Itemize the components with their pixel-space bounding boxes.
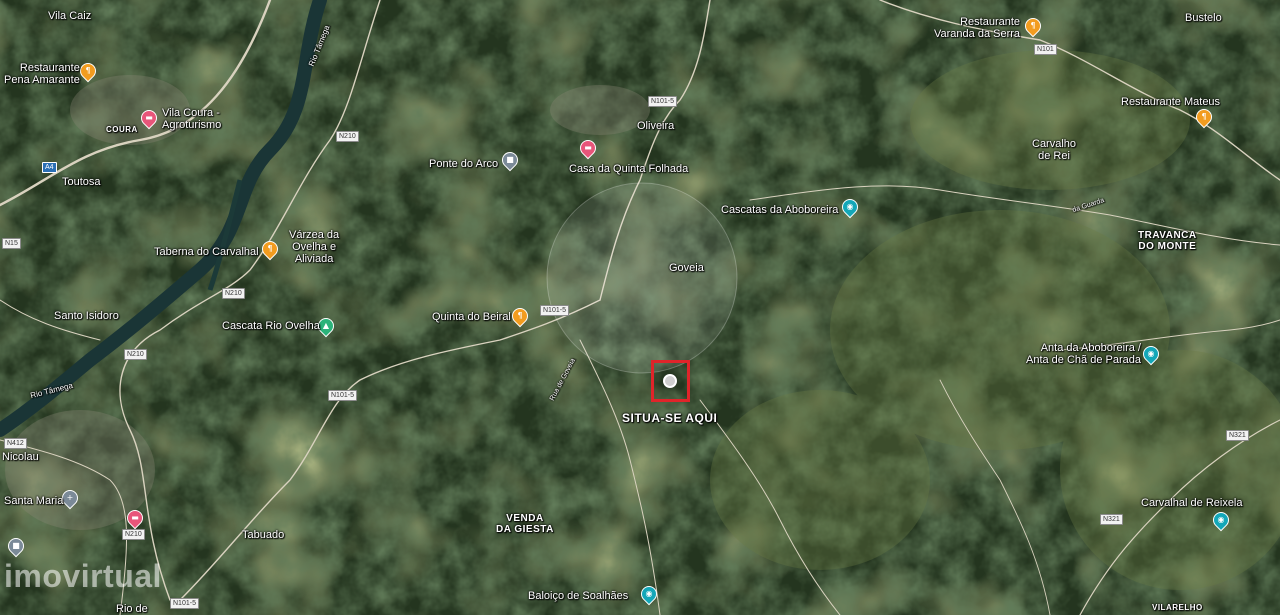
road-shield: N15 xyxy=(2,238,21,249)
place-label: Cascatas da Aboboreira xyxy=(721,204,839,216)
place-label: COURA xyxy=(106,125,138,134)
place-label: Vila Caiz xyxy=(48,10,92,22)
place-label: Taberna do Carvalhal xyxy=(154,246,259,258)
road-shield: N321 xyxy=(1226,430,1249,441)
place-label: VILARELHO xyxy=(1152,603,1203,612)
road-shield: A4 xyxy=(42,162,57,173)
place-label: Oliveira xyxy=(637,120,675,132)
place-label: Vila Coura - Agroturismo xyxy=(162,107,222,131)
road-shield: N210 xyxy=(336,131,359,142)
place-label: Rio de xyxy=(116,603,148,615)
place-label: Restaurante Pena Amarante xyxy=(4,62,80,86)
place-label: Várzea da Ovelha e Aliviada xyxy=(289,229,340,265)
location-pin-icon[interactable] xyxy=(663,374,677,388)
place-label: Casa da Quinta Folhada xyxy=(569,163,689,175)
place-label: Ponte do Arco xyxy=(429,158,499,170)
place-label: TRAVANCA DO MONTE xyxy=(1138,230,1197,252)
place-label: Cascata Rio Ovelha xyxy=(222,320,320,332)
location-area-circle xyxy=(546,182,738,374)
road-shield: N101 xyxy=(1034,44,1057,55)
road-shield: N210 xyxy=(122,529,145,540)
place-label: Quinta do Beiral xyxy=(432,311,511,323)
place-label: Toutosa xyxy=(62,176,101,188)
place-label: Tabuado xyxy=(242,529,285,541)
place-label: VENDA DA GIESTA xyxy=(496,513,554,535)
place-label: Baloiço de Soalhães xyxy=(528,590,629,602)
place-label: Anta da Aboboreira / Anta de Chã de Para… xyxy=(1026,342,1141,366)
road-shield: N101-5 xyxy=(540,305,569,316)
road-shield: N210 xyxy=(222,288,245,299)
road-shield: N101-5 xyxy=(648,96,677,107)
road-shield: N412 xyxy=(4,438,27,449)
watermark-logo: imovirtual xyxy=(4,558,162,594)
place-label: Bustelo xyxy=(1185,12,1222,24)
road-shield: N101-5 xyxy=(170,598,199,609)
place-label: Carvalhal de Reixela xyxy=(1141,497,1243,509)
place-label: Nicolau xyxy=(2,451,39,463)
road-shield: N321 xyxy=(1100,514,1123,525)
road-shield: N101-5 xyxy=(328,390,357,401)
place-label: Restaurante Mateus xyxy=(1121,96,1221,108)
place-label: Santo Isidoro xyxy=(54,310,119,322)
satellite-map[interactable] xyxy=(0,0,1280,615)
location-label: SITUA-SE AQUI xyxy=(622,411,718,425)
place-label: Goveia xyxy=(669,262,704,274)
road-shield: N210 xyxy=(124,349,147,360)
place-label: Carvalho de Rei xyxy=(1032,138,1077,162)
place-label: Santa Maria xyxy=(4,495,64,507)
place-label: Restaurante Varanda da Serra xyxy=(934,16,1021,40)
